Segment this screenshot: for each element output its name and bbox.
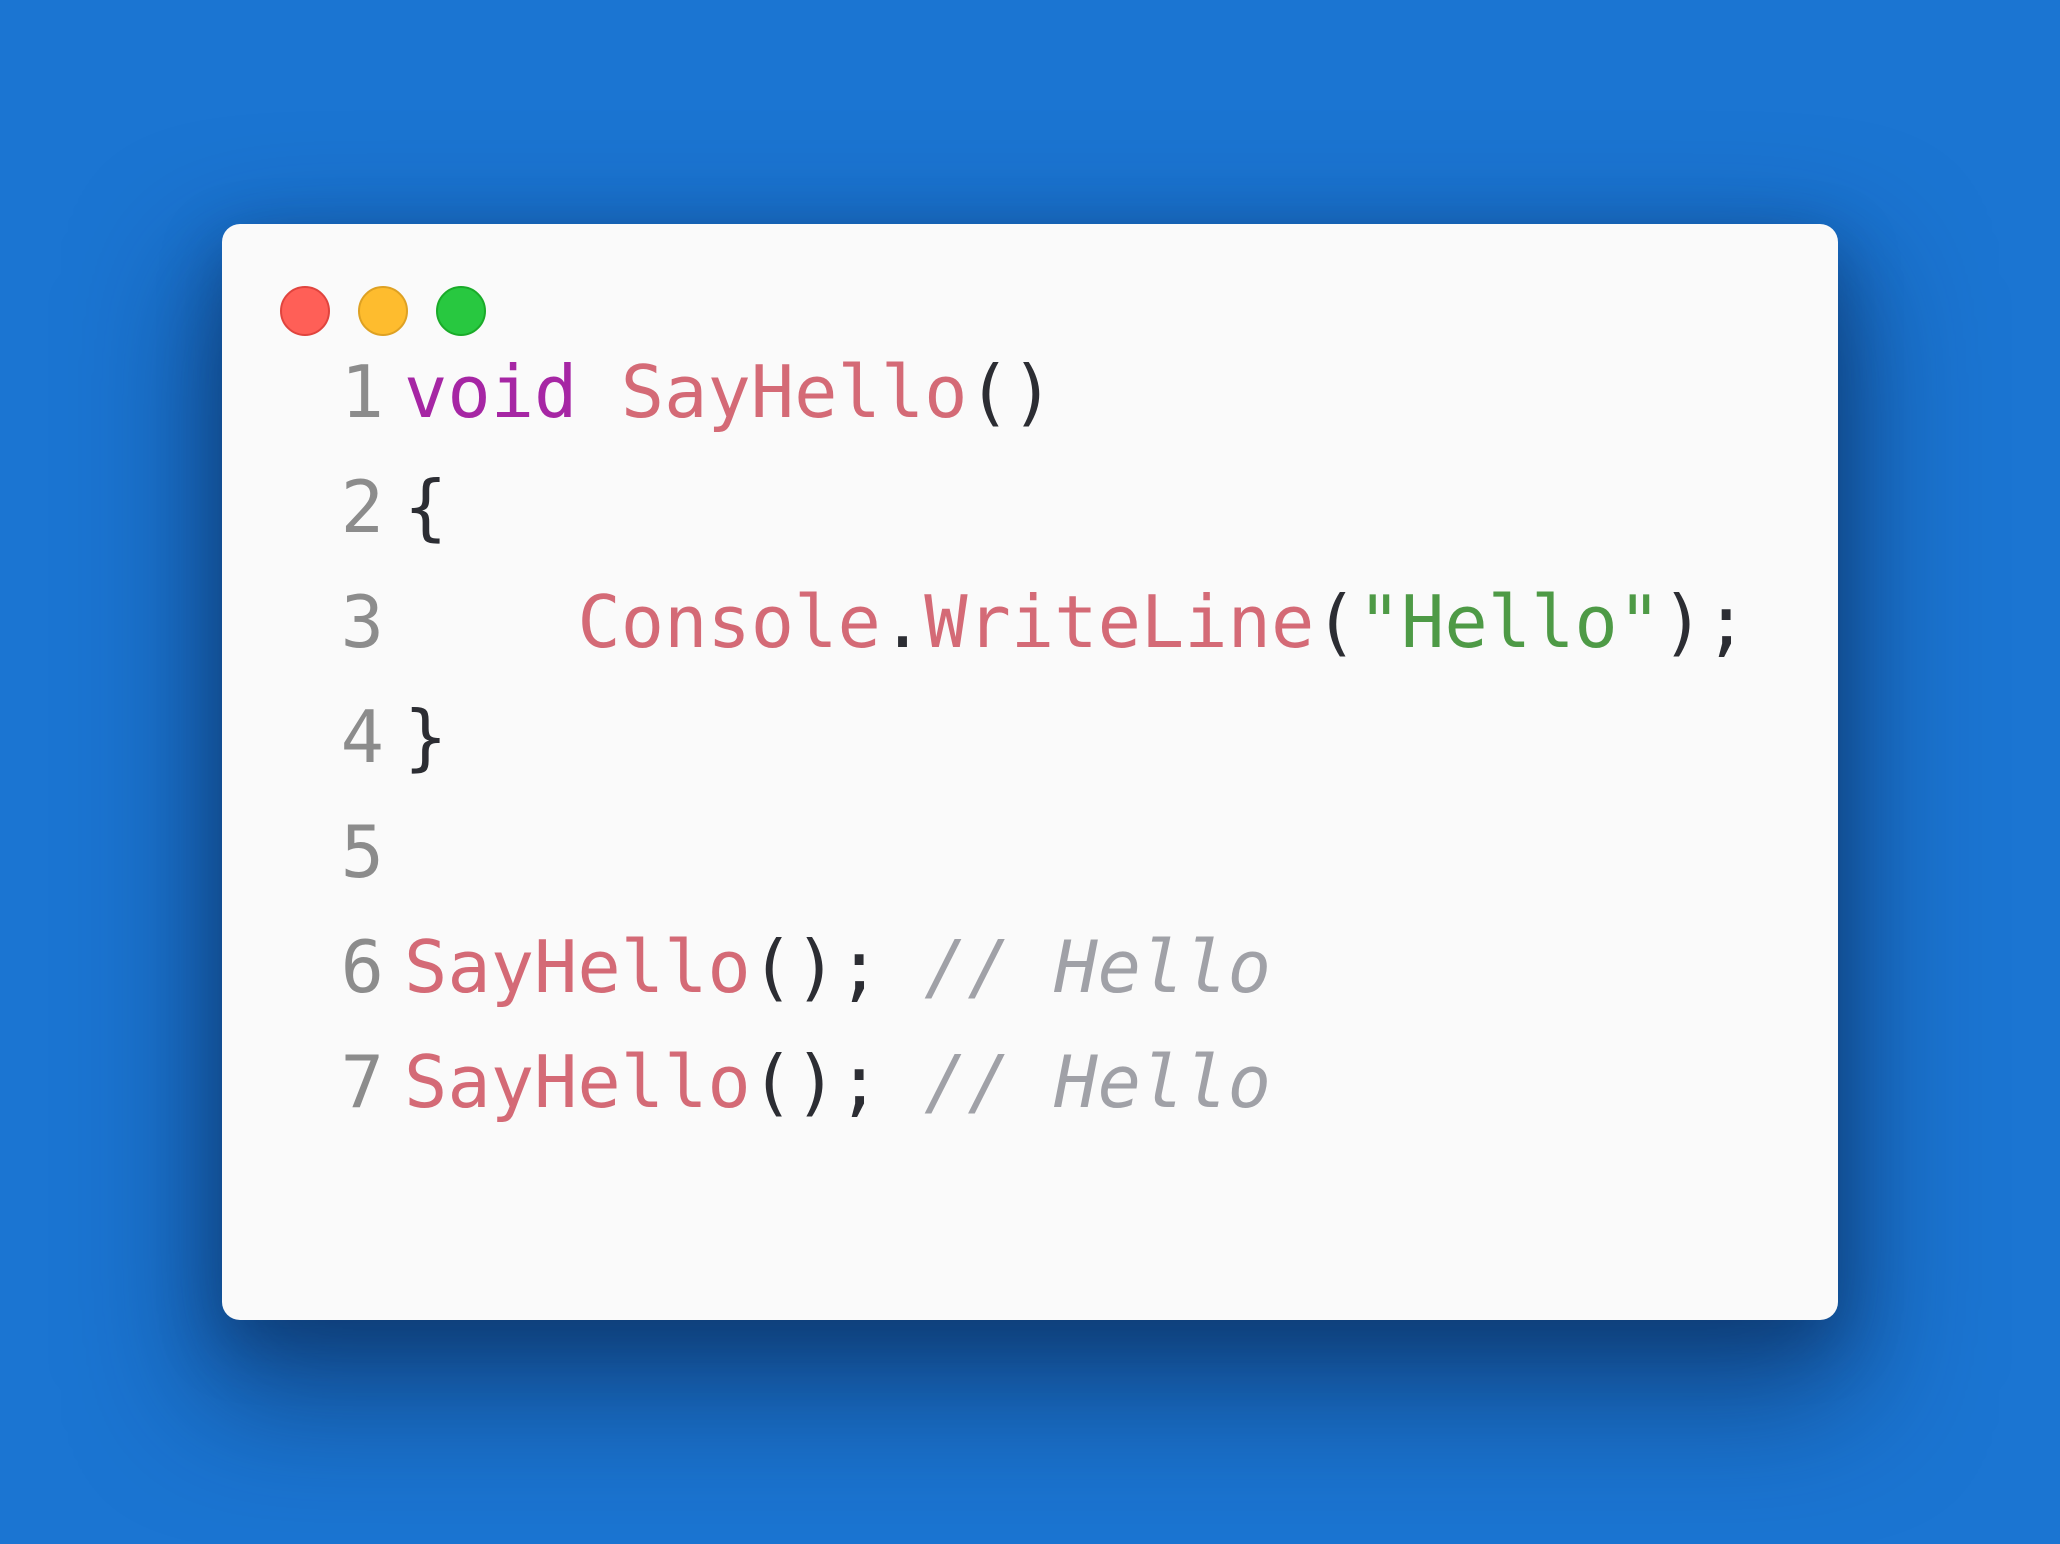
maximize-button[interactable]: [436, 286, 486, 336]
line-number: 5: [340, 810, 384, 894]
code-window: 1 void SayHello() 2{3 Console.WriteLine("H…: [222, 224, 1838, 1320]
code-line: 5: [334, 795, 1824, 910]
code-line: 1 void SayHello(): [334, 335, 1824, 450]
code-token: SayHello: [404, 1040, 751, 1124]
code-token: // Hello: [924, 1040, 1271, 1124]
code-line: 3 Console.WriteLine("Hello");: [334, 565, 1824, 680]
code-token: WriteLine: [924, 580, 1315, 664]
line-content: {: [404, 450, 447, 565]
line-content: SayHello(); // Hello: [404, 1025, 1271, 1140]
code-token: {: [404, 465, 448, 549]
code-token: Console: [577, 580, 881, 664]
close-button[interactable]: [280, 286, 330, 336]
window-controls: [280, 286, 486, 338]
line-number: 2: [340, 465, 384, 549]
line-content: void SayHello(): [404, 335, 1054, 450]
code-token: ();: [750, 925, 925, 1009]
code-token: "Hello": [1357, 580, 1662, 664]
code-line: 7 SayHello(); // Hello: [334, 1025, 1824, 1140]
code-token: );: [1661, 580, 1748, 664]
line-number: 3: [340, 580, 384, 664]
code-token: void: [404, 350, 578, 434]
code-token: (): [967, 350, 1055, 434]
code-token: (: [1314, 580, 1358, 664]
code-token: // Hello: [924, 925, 1271, 1009]
line-number: 4: [340, 695, 384, 779]
line-content: Console.WriteLine("Hello");: [404, 565, 1748, 680]
code-token: SayHello: [620, 350, 968, 434]
code-block: 1 void SayHello() 2{3 Console.WriteLine("H…: [334, 350, 1824, 1320]
minimize-button[interactable]: [358, 286, 408, 336]
code-token: ();: [750, 1040, 925, 1124]
line-content: }: [404, 680, 447, 795]
line-number: 1: [340, 350, 384, 434]
code-line: 6 SayHello(); // Hello: [334, 910, 1824, 1025]
line-number: 6: [340, 925, 384, 1009]
code-line: 4}: [334, 680, 1824, 795]
code-token: }: [404, 695, 448, 779]
code-line: 2{: [334, 450, 1824, 565]
code-token: .: [880, 580, 925, 664]
line-content: SayHello(); // Hello: [404, 910, 1271, 1025]
line-number: 7: [340, 1040, 384, 1124]
code-token: SayHello: [404, 925, 751, 1009]
